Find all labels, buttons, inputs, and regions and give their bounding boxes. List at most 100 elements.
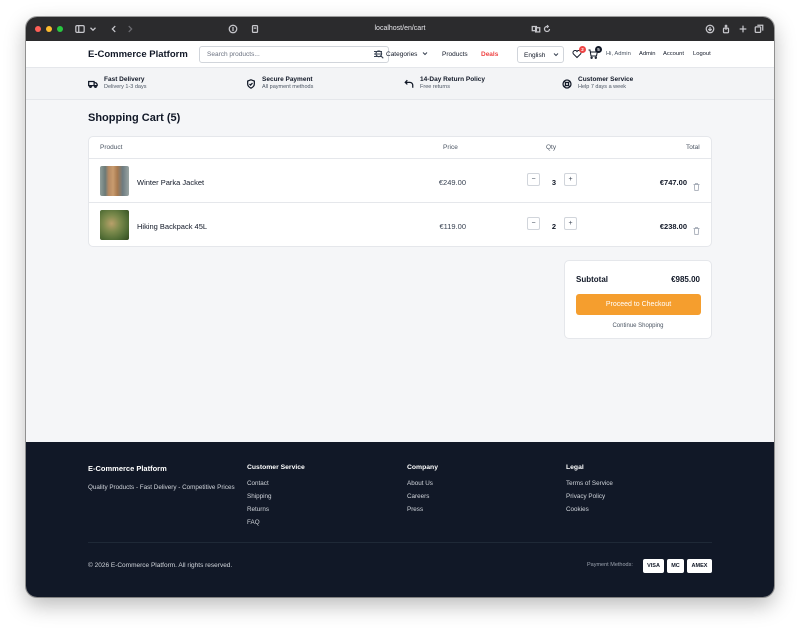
- trash-icon[interactable]: [693, 222, 700, 240]
- increase-qty-button[interactable]: +: [564, 217, 577, 230]
- mastercard-icon: MC: [667, 559, 684, 573]
- footer-column-company: Company About Us Careers Press: [407, 464, 438, 519]
- search-input[interactable]: [207, 47, 367, 62]
- nav-admin[interactable]: Admin: [639, 51, 655, 57]
- product-name[interactable]: Winter Parka Jacket: [137, 178, 204, 187]
- browser-window: localhost/en/cart E-Commerce Platform Se…: [26, 17, 774, 597]
- wishlist-button[interactable]: 2: [572, 46, 586, 61]
- download-icon[interactable]: [704, 23, 716, 35]
- site-logo[interactable]: E-Commerce Platform: [88, 49, 188, 60]
- footer-link[interactable]: Shipping: [247, 493, 305, 500]
- wishlist-count-badge: 2: [579, 46, 586, 53]
- page-title: Shopping Cart (5): [88, 112, 181, 124]
- quantity-value: 3: [551, 178, 557, 187]
- reload-icon[interactable]: [541, 23, 553, 35]
- footer-link[interactable]: Privacy Policy: [566, 493, 613, 500]
- footer-brand: E-Commerce Platform: [88, 464, 167, 473]
- feature-title: Secure Payment: [262, 76, 313, 83]
- site-footer: E-Commerce Platform Quality Products - F…: [26, 442, 774, 597]
- footer-link[interactable]: Contact: [247, 480, 305, 487]
- menu-icon[interactable]: [374, 50, 382, 60]
- feature-subtitle: Help 7 days a week: [578, 84, 626, 90]
- footer-link[interactable]: About Us: [407, 480, 438, 487]
- line-total: €747.00: [659, 178, 687, 187]
- footer-link[interactable]: Careers: [407, 493, 438, 500]
- trash-icon[interactable]: [693, 178, 700, 196]
- subtotal-value: €985.00: [671, 275, 700, 284]
- language-value: English: [524, 52, 546, 59]
- copyright: © 2026 E-Commerce Platform. All rights r…: [88, 562, 233, 569]
- footer-link[interactable]: FAQ: [247, 519, 305, 526]
- user-greeting: Hi, Admin: [606, 51, 631, 57]
- feature-customer-service: Customer Service Help 7 days a week: [562, 76, 633, 94]
- categories-menu[interactable]: Categories: [386, 51, 428, 58]
- decrease-qty-button[interactable]: −: [527, 173, 540, 186]
- cart-table: Product Price Qty Total Winter Parka Jac…: [88, 136, 712, 247]
- product-image[interactable]: [100, 210, 129, 240]
- nav-deals[interactable]: Deals: [481, 51, 498, 58]
- feature-title: Fast Delivery: [104, 76, 145, 83]
- cart-icon: [588, 49, 598, 61]
- browser-toolbar: localhost/en/cart: [26, 17, 774, 41]
- features-bar: Fast Delivery Delivery 1-3 days Secure P…: [26, 68, 774, 100]
- lifebuoy-icon: [562, 76, 572, 94]
- shield-icon: [246, 76, 256, 94]
- continue-shopping-link[interactable]: Continue Shopping: [565, 323, 711, 329]
- feature-return-policy: 14-Day Return Policy Free returns: [404, 76, 485, 94]
- column-header-product: Product: [100, 144, 123, 151]
- new-tab-icon[interactable]: [737, 23, 749, 35]
- footer-heading: Legal: [566, 464, 584, 471]
- quantity-value: 2: [551, 222, 557, 231]
- return-arrow-icon: [404, 76, 414, 94]
- share-icon[interactable]: [720, 23, 732, 35]
- payment-methods-label: Payment Methods:: [587, 562, 633, 568]
- nav-logout[interactable]: Logout: [693, 51, 711, 57]
- heart-icon: [572, 49, 582, 61]
- cart-button[interactable]: 5: [588, 46, 602, 61]
- decrease-qty-button[interactable]: −: [527, 217, 540, 230]
- footer-column-customer-service: Customer Service Contact Shipping Return…: [247, 464, 305, 532]
- footer-link[interactable]: Returns: [247, 506, 305, 513]
- feature-subtitle: All payment methods: [262, 84, 314, 90]
- line-total: €238.00: [659, 222, 687, 231]
- increase-qty-button[interactable]: +: [564, 173, 577, 186]
- column-header-total: Total: [686, 144, 700, 151]
- footer-divider: [88, 542, 712, 543]
- footer-brand-column: E-Commerce Platform Quality Products - F…: [88, 464, 238, 493]
- checkout-button[interactable]: Proceed to Checkout: [576, 294, 701, 315]
- footer-heading: Company: [407, 464, 438, 471]
- nav-account[interactable]: Account: [663, 51, 684, 57]
- language-select[interactable]: English: [517, 46, 564, 63]
- product-price: €249.00: [438, 178, 466, 187]
- feature-fast-delivery: Fast Delivery Delivery 1-3 days: [88, 76, 147, 94]
- footer-link[interactable]: Press: [407, 506, 438, 513]
- feature-secure-payment: Secure Payment All payment methods: [246, 76, 313, 94]
- amex-card-icon: AMEX: [687, 559, 712, 573]
- truck-icon: [88, 76, 98, 94]
- cart-row: Hiking Backpack 45L €119.00 − 2 + €238.0…: [89, 202, 711, 246]
- categories-label: Categories: [386, 51, 418, 58]
- feature-title: Customer Service: [578, 76, 634, 83]
- site-header: E-Commerce Platform Categories Products …: [26, 41, 774, 68]
- tab-overview-icon[interactable]: [753, 23, 765, 35]
- nav-products[interactable]: Products: [442, 51, 468, 58]
- footer-link[interactable]: Cookies: [566, 506, 613, 513]
- feature-subtitle: Free returns: [420, 84, 450, 90]
- feature-title: 14-Day Return Policy: [420, 76, 486, 83]
- feature-subtitle: Delivery 1-3 days: [104, 84, 147, 90]
- footer-tagline: Quality Products - Fast Delivery - Compe…: [88, 484, 235, 491]
- footer-link[interactable]: Terms of Service: [566, 480, 613, 487]
- product-price: €119.00: [439, 222, 466, 231]
- order-summary: Subtotal €985.00 Proceed to Checkout Con…: [564, 260, 712, 339]
- product-name[interactable]: Hiking Backpack 45L: [137, 222, 207, 231]
- footer-heading: Customer Service: [247, 464, 305, 471]
- cart-count-badge: 5: [595, 46, 602, 53]
- chevron-down-icon: [553, 52, 559, 59]
- subtotal-label: Subtotal: [576, 275, 608, 284]
- cart-page: Shopping Cart (5) Product Price Qty Tota…: [26, 100, 774, 441]
- cart-row: Winter Parka Jacket €249.00 − 3 + €747.0…: [89, 158, 711, 202]
- visa-card-icon: VISA: [643, 559, 664, 573]
- search-box: [199, 46, 389, 63]
- address-bar[interactable]: localhost/en/cart: [26, 25, 774, 32]
- product-image[interactable]: [100, 166, 129, 196]
